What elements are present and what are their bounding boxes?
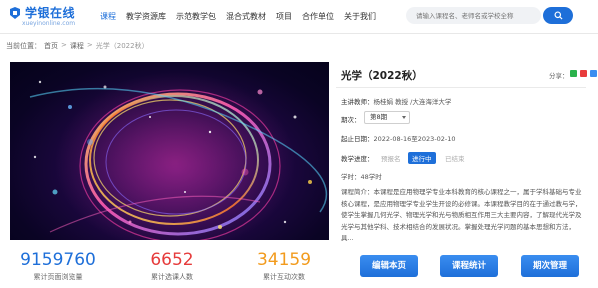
logo-icon[interactable]: [8, 6, 22, 20]
stat-value: 6652: [150, 250, 194, 270]
stat-value: 34159: [256, 250, 312, 270]
stat-value: 9159760: [20, 250, 96, 270]
nav-item-about[interactable]: 关于我们: [344, 11, 376, 22]
course-title: 光学（2022秋）: [341, 70, 423, 82]
breadcrumb-courses[interactable]: 课程: [70, 41, 84, 51]
dates-value: 2022-08-16至2023-02-10: [373, 135, 456, 143]
nav-item-projects[interactable]: 项目: [276, 11, 292, 22]
divider: [336, 87, 586, 88]
term-select-value: 第8期: [370, 113, 388, 121]
nav-item-resource-library[interactable]: 教学资源库: [126, 11, 166, 22]
search-input[interactable]: [406, 7, 541, 24]
stat-label: 累计选课人数: [151, 273, 193, 281]
progress-label: 教学进度：: [341, 155, 374, 163]
status-in-progress: 进行中: [408, 152, 436, 164]
light-rings-artwork: [29, 72, 328, 240]
hours-row: 学时：48学时: [341, 173, 382, 181]
intro-text: 本课程是应用物理学专业本科教育的核心课程之一，属于学科基础与专业核心课程，是应用…: [341, 188, 582, 242]
search-icon: [553, 11, 563, 20]
edit-page-button[interactable]: 编辑本页: [360, 255, 418, 277]
teacher-label: 主讲教师：: [341, 98, 374, 106]
weibo-share-icon[interactable]: [580, 70, 587, 77]
teacher-name: 杨桂娟 教授 /大连海洋大学: [373, 98, 452, 106]
stat-interactions: 34159 累计互动次数: [244, 250, 324, 282]
wechat-share-icon[interactable]: [570, 70, 577, 77]
logo-subtitle: xueyinonline.com: [22, 20, 76, 27]
breadcrumb-home[interactable]: 首页: [44, 41, 58, 51]
logo-title[interactable]: 学银在线: [25, 4, 75, 21]
nav-item-partners[interactable]: 合作单位: [302, 11, 334, 22]
search-button[interactable]: [543, 7, 573, 24]
breadcrumb: 当前位置： 首页 > 课程 > 光学（2022秋）: [6, 41, 152, 51]
dates-label: 起止日期：: [341, 135, 374, 143]
nav-item-courses[interactable]: 课程: [100, 11, 116, 22]
nav-item-blended-textbook[interactable]: 混合式教材: [226, 11, 266, 22]
term-management-button[interactable]: 期次管理: [521, 255, 579, 277]
intro-label: 课程简介：: [341, 188, 374, 196]
breadcrumb-separator: >: [86, 41, 93, 49]
teacher-row: 主讲教师：杨桂娟 教授 /大连海洋大学: [341, 96, 451, 106]
status-pre-registration: 预报名: [381, 155, 401, 163]
course-cover-image: [10, 62, 329, 240]
term-select[interactable]: 第8期: [364, 111, 410, 124]
stat-enrolled: 6652 累计选课人数: [132, 250, 212, 282]
stat-page-views: 9159760 累计页面浏览量: [12, 250, 104, 282]
stat-label: 累计互动次数: [263, 273, 305, 281]
chevron-down-icon: [402, 116, 406, 119]
stat-label: 累计页面浏览量: [33, 273, 83, 281]
breadcrumb-separator: >: [61, 41, 67, 49]
top-navigation-bar: 学银在线 xueyinonline.com 课程 教学资源库 示范教学包 混合式…: [0, 0, 598, 34]
course-intro: 课程简介：本课程是应用物理学专业本科教育的核心课程之一，属于学科基础与专业核心课…: [341, 187, 586, 245]
course-statistics-button[interactable]: 课程统计: [440, 255, 498, 277]
breadcrumb-prefix: 当前位置：: [6, 42, 41, 50]
breadcrumb-current: 光学（2022秋）: [95, 42, 149, 50]
nav-item-demo-package[interactable]: 示范教学包: [176, 11, 216, 22]
term-label: 期次：: [341, 116, 361, 124]
share-label: 分享：: [549, 72, 569, 80]
status-ended: 已结束: [445, 155, 465, 163]
main-nav: 课程 教学资源库 示范教学包 混合式教材 项目 合作单位 关于我们: [100, 11, 386, 22]
dates-row: 起止日期：2022-08-16至2023-02-10: [341, 133, 456, 143]
qq-share-icon[interactable]: [590, 70, 597, 77]
